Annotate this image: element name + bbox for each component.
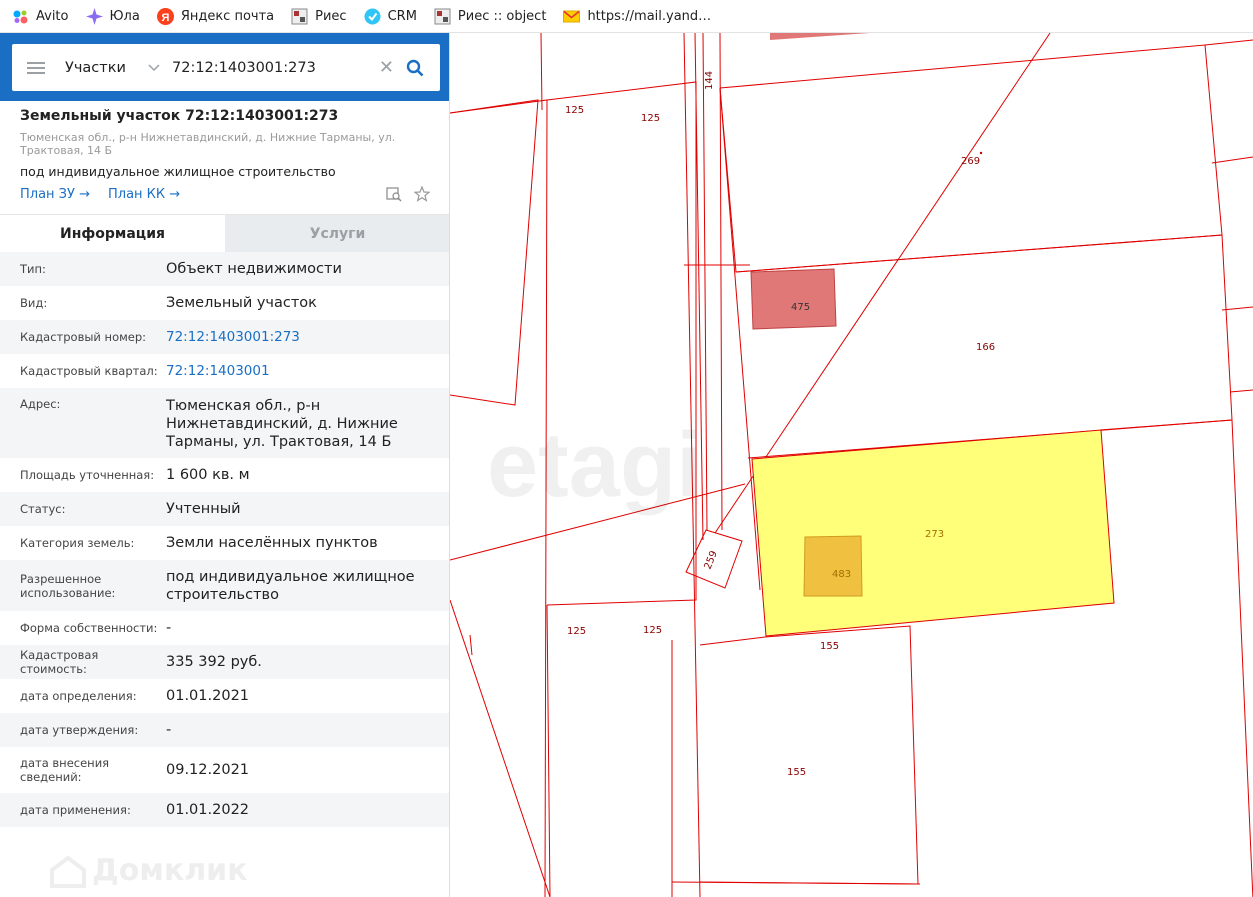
- building-475[interactable]: [750, 268, 837, 330]
- youla-icon: [85, 7, 103, 25]
- bookmark-youla[interactable]: Юла: [85, 7, 140, 25]
- map-label-269: 269: [961, 156, 980, 167]
- panel-tabs: Информация Услуги: [0, 214, 449, 252]
- map-label-259: 259: [703, 549, 720, 571]
- zoom-to-object-icon[interactable]: [386, 186, 402, 202]
- info-row-area: Площадь уточненная: 1 600 кв. м: [20, 467, 250, 483]
- info-row-status: Статус: Учтенный: [0, 492, 449, 526]
- info-row-determination-date: дата определения: 01.01.2021: [20, 688, 250, 704]
- plan-links: План ЗУ → План КК →: [20, 186, 430, 202]
- map-label-125: 125: [643, 625, 662, 636]
- ries-icon: [291, 8, 308, 25]
- yandex-icon: Я: [156, 7, 174, 25]
- map-label-144: 144: [704, 71, 715, 90]
- mail-icon: [563, 8, 581, 25]
- bookmark-crm[interactable]: CRM: [364, 8, 417, 25]
- survey-point: [979, 151, 983, 155]
- road-boundary: [702, 33, 708, 531]
- object-purpose: под индивидуальное жилищное строительств…: [20, 164, 336, 179]
- parcel-boundary: [450, 99, 539, 406]
- map-canvas[interactable]: etagi 125 125 144 269 475 166 273 483 25…: [450, 33, 1253, 897]
- search-icon[interactable]: [406, 59, 424, 77]
- parcel-boundary: [1229, 389, 1253, 393]
- search-input[interactable]: 72:12:1403001:273: [172, 60, 379, 76]
- map-label-125: 125: [567, 626, 586, 637]
- object-title: Земельный участок 72:12:1403001:273: [20, 108, 339, 124]
- bookmark-avito[interactable]: Avito: [12, 8, 69, 25]
- info-row-cadastral-quarter: Кадастровый квартал: 72:12:1403001: [0, 354, 449, 388]
- info-row-permitted-use: Разрешенное использование: под индивидуа…: [0, 560, 449, 611]
- search-box: Участки 72:12:1403001:273 ✕: [12, 44, 440, 91]
- info-table: Тип: Объект недвижимости Вид: Земельный …: [0, 252, 449, 827]
- building-483[interactable]: [803, 535, 863, 597]
- info-row-approval-date: дата утверждения: -: [0, 713, 449, 747]
- object-address: Тюменская обл., р-н Нижнетавдинский, д. …: [20, 131, 396, 157]
- info-row-entry-date: дата внесения сведений: 09.12.2021: [20, 756, 250, 784]
- svg-text:Я: Я: [161, 12, 169, 24]
- bookmark-mail[interactable]: https://mail.yand…: [563, 8, 711, 25]
- info-row-kind: Вид: Земельный участок: [20, 295, 317, 311]
- parcel-boundary: [546, 604, 551, 897]
- cadastral-map[interactable]: etagi 125 125 144 269 475 166 273 483 25…: [450, 33, 1253, 897]
- info-row-cadastral-value: Кадастровая стоимость: 335 392 руб.: [0, 645, 449, 679]
- cadastral-number-link[interactable]: 72:12:1403001:273: [166, 328, 440, 346]
- info-row-type: Тип: Объект недвижимости: [0, 252, 449, 286]
- crm-icon: [364, 8, 381, 25]
- clear-icon[interactable]: ✕: [379, 57, 394, 78]
- arrow-right-icon: →: [79, 186, 90, 202]
- parcel-boundary: [1099, 419, 1233, 431]
- parcel-boundary: [450, 599, 551, 897]
- parcel-boundary: [1204, 39, 1253, 46]
- cadastral-quarter-link[interactable]: 72:12:1403001: [166, 362, 440, 380]
- category-select[interactable]: Участки: [65, 60, 160, 76]
- map-label-125: 125: [641, 113, 660, 124]
- map-label-475: 475: [791, 302, 810, 313]
- map-label-125: 125: [565, 105, 584, 116]
- chevron-down-icon: [148, 63, 160, 72]
- search-bar: Участки 72:12:1403001:273 ✕: [0, 33, 449, 101]
- info-row-land-category: Категория земель: Земли населённых пункт…: [20, 535, 378, 551]
- chevron-left-icon: ‹: [455, 60, 462, 76]
- domclick-watermark: Домклик: [48, 853, 248, 888]
- collapse-panel-button[interactable]: ‹: [451, 58, 466, 78]
- parcel-boundary: [671, 881, 921, 885]
- object-header: Земельный участок 72:12:1403001:273 Тюме…: [0, 101, 449, 214]
- parcel-boundary: [469, 634, 473, 656]
- parcel-boundary: [546, 81, 697, 606]
- bookmark-ries[interactable]: Риес: [291, 8, 347, 25]
- building-top: [770, 33, 870, 40]
- parcel-boundary: [540, 33, 543, 111]
- tab-services[interactable]: Услуги: [225, 215, 449, 252]
- info-row-ownership: Форма собственности: -: [20, 620, 172, 636]
- domclick-logo-icon: [50, 855, 86, 888]
- ries-icon: [434, 8, 451, 25]
- plan-zu-link[interactable]: План ЗУ →: [20, 187, 90, 202]
- info-row-cadastral-number: Кадастровый номер: 72:12:1403001:273: [0, 320, 449, 354]
- hamburger-icon[interactable]: [27, 61, 45, 75]
- parcel-boundary: [1231, 419, 1253, 897]
- map-label-273: 273: [925, 529, 944, 540]
- plan-kk-link[interactable]: План КК →: [108, 187, 180, 202]
- map-label-155: 155: [820, 641, 839, 652]
- info-panel: Земельный участок 72:12:1403001:273 Тюме…: [0, 33, 450, 897]
- parcel-155: [699, 625, 919, 885]
- map-label-483: 483: [832, 569, 851, 580]
- parcel-boundary: [1211, 156, 1253, 164]
- bookmark-ries-object[interactable]: Риес :: object: [434, 8, 546, 25]
- map-label-155: 155: [787, 767, 806, 778]
- bookmark-yandex-mail[interactable]: Я Яндекс почта: [156, 7, 274, 25]
- favorite-star-icon[interactable]: [414, 186, 430, 202]
- avito-icon: [12, 8, 29, 25]
- info-row-application-date: дата применения: 01.01.2022: [0, 793, 449, 827]
- info-row-address: Адрес: Тюменская обл., р-н Нижнетавдинск…: [0, 388, 449, 458]
- bookmarks-bar: Avito Юла Я Яндекс почта Риес CRM Риес :…: [0, 0, 1253, 33]
- parcel-boundary: [719, 87, 761, 591]
- map-label-166: 166: [976, 342, 995, 353]
- tab-info[interactable]: Информация: [0, 215, 225, 252]
- parcel-boundary: [1221, 306, 1253, 311]
- arrow-right-icon: →: [169, 186, 181, 202]
- etagi-watermark: etagi: [487, 414, 702, 516]
